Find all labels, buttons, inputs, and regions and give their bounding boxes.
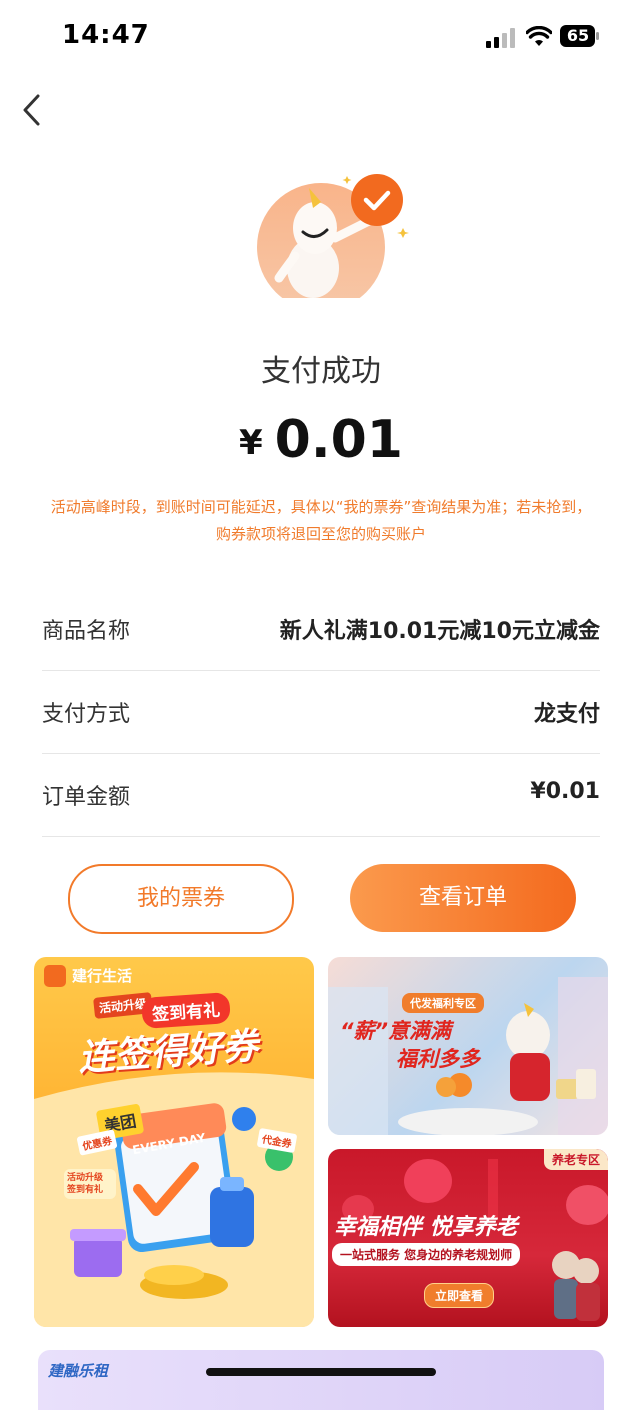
status-bar: 14:47 65: [0, 0, 642, 72]
detail-label: 订单金额: [42, 785, 131, 810]
welfare-line1: “薪”意满满: [340, 1019, 452, 1043]
detail-value: 新人礼满10.01元减10元立减金: [279, 619, 600, 644]
detail-value: ¥0.01: [530, 779, 600, 804]
detail-row-order-amount: 订单金额 ¥0.01: [42, 754, 600, 837]
rental-brand: 建融乐租: [48, 1362, 109, 1380]
payroll-welfare-banner[interactable]: 代发福利专区 “薪”意满满 福利多多: [328, 957, 608, 1135]
brand-name: 建行生活: [72, 967, 133, 985]
checkin-banner[interactable]: 建行生活 活动升级 签到有礼 连签得好券 美团 EVERY DAY 优惠券 代金…: [34, 957, 314, 1327]
elderly-tag: 养老专区: [543, 1149, 608, 1170]
home-indicator: [206, 1368, 436, 1376]
activity-sticker: 活动升级 签到有礼: [64, 1169, 116, 1199]
payment-success-title: 支付成功: [261, 354, 381, 389]
currency-symbol: ¥: [239, 423, 263, 463]
elderly-subline: 一站式服务 您身边的养老规划师: [332, 1243, 521, 1266]
amount-value: 0.01: [274, 410, 403, 470]
view-order-button[interactable]: 查看订单: [350, 864, 576, 932]
detail-row-payment-method: 支付方式 龙支付: [42, 671, 600, 754]
back-chevron-icon[interactable]: [16, 90, 50, 130]
detail-row-product: 商品名称 新人礼满10.01元减10元立减金: [42, 588, 600, 671]
detail-label: 商品名称: [42, 619, 131, 644]
detail-label: 支付方式: [42, 702, 131, 727]
status-time: 14:47: [62, 20, 150, 50]
detail-value: 龙支付: [533, 702, 600, 727]
success-mascot-icon: [257, 174, 409, 298]
welfare-tag: 代发福利专区: [402, 993, 484, 1013]
view-now-button[interactable]: 立即查看: [424, 1283, 495, 1308]
welfare-line2: 福利多多: [396, 1047, 480, 1071]
battery-level: 65: [566, 26, 590, 45]
my-coupons-button[interactable]: 我的票券: [68, 864, 294, 934]
elderly-care-banner[interactable]: 养老专区 幸福相伴 悦享养老 一站式服务 您身边的养老规划师 立即查看: [328, 1149, 608, 1327]
signal-icon: [486, 28, 515, 48]
wifi-icon: [526, 26, 552, 46]
elderly-headline: 幸福相伴 悦享养老: [334, 1215, 518, 1240]
rental-banner[interactable]: 建融乐租: [38, 1350, 604, 1410]
payment-amount: ¥0.01: [0, 410, 642, 470]
delay-notice: 活动高峰时段，到账时间可能延迟，具体以“我的票券”查询结果为准；若未抢到，购券款…: [50, 498, 592, 543]
brand-logo-icon: [44, 965, 66, 987]
